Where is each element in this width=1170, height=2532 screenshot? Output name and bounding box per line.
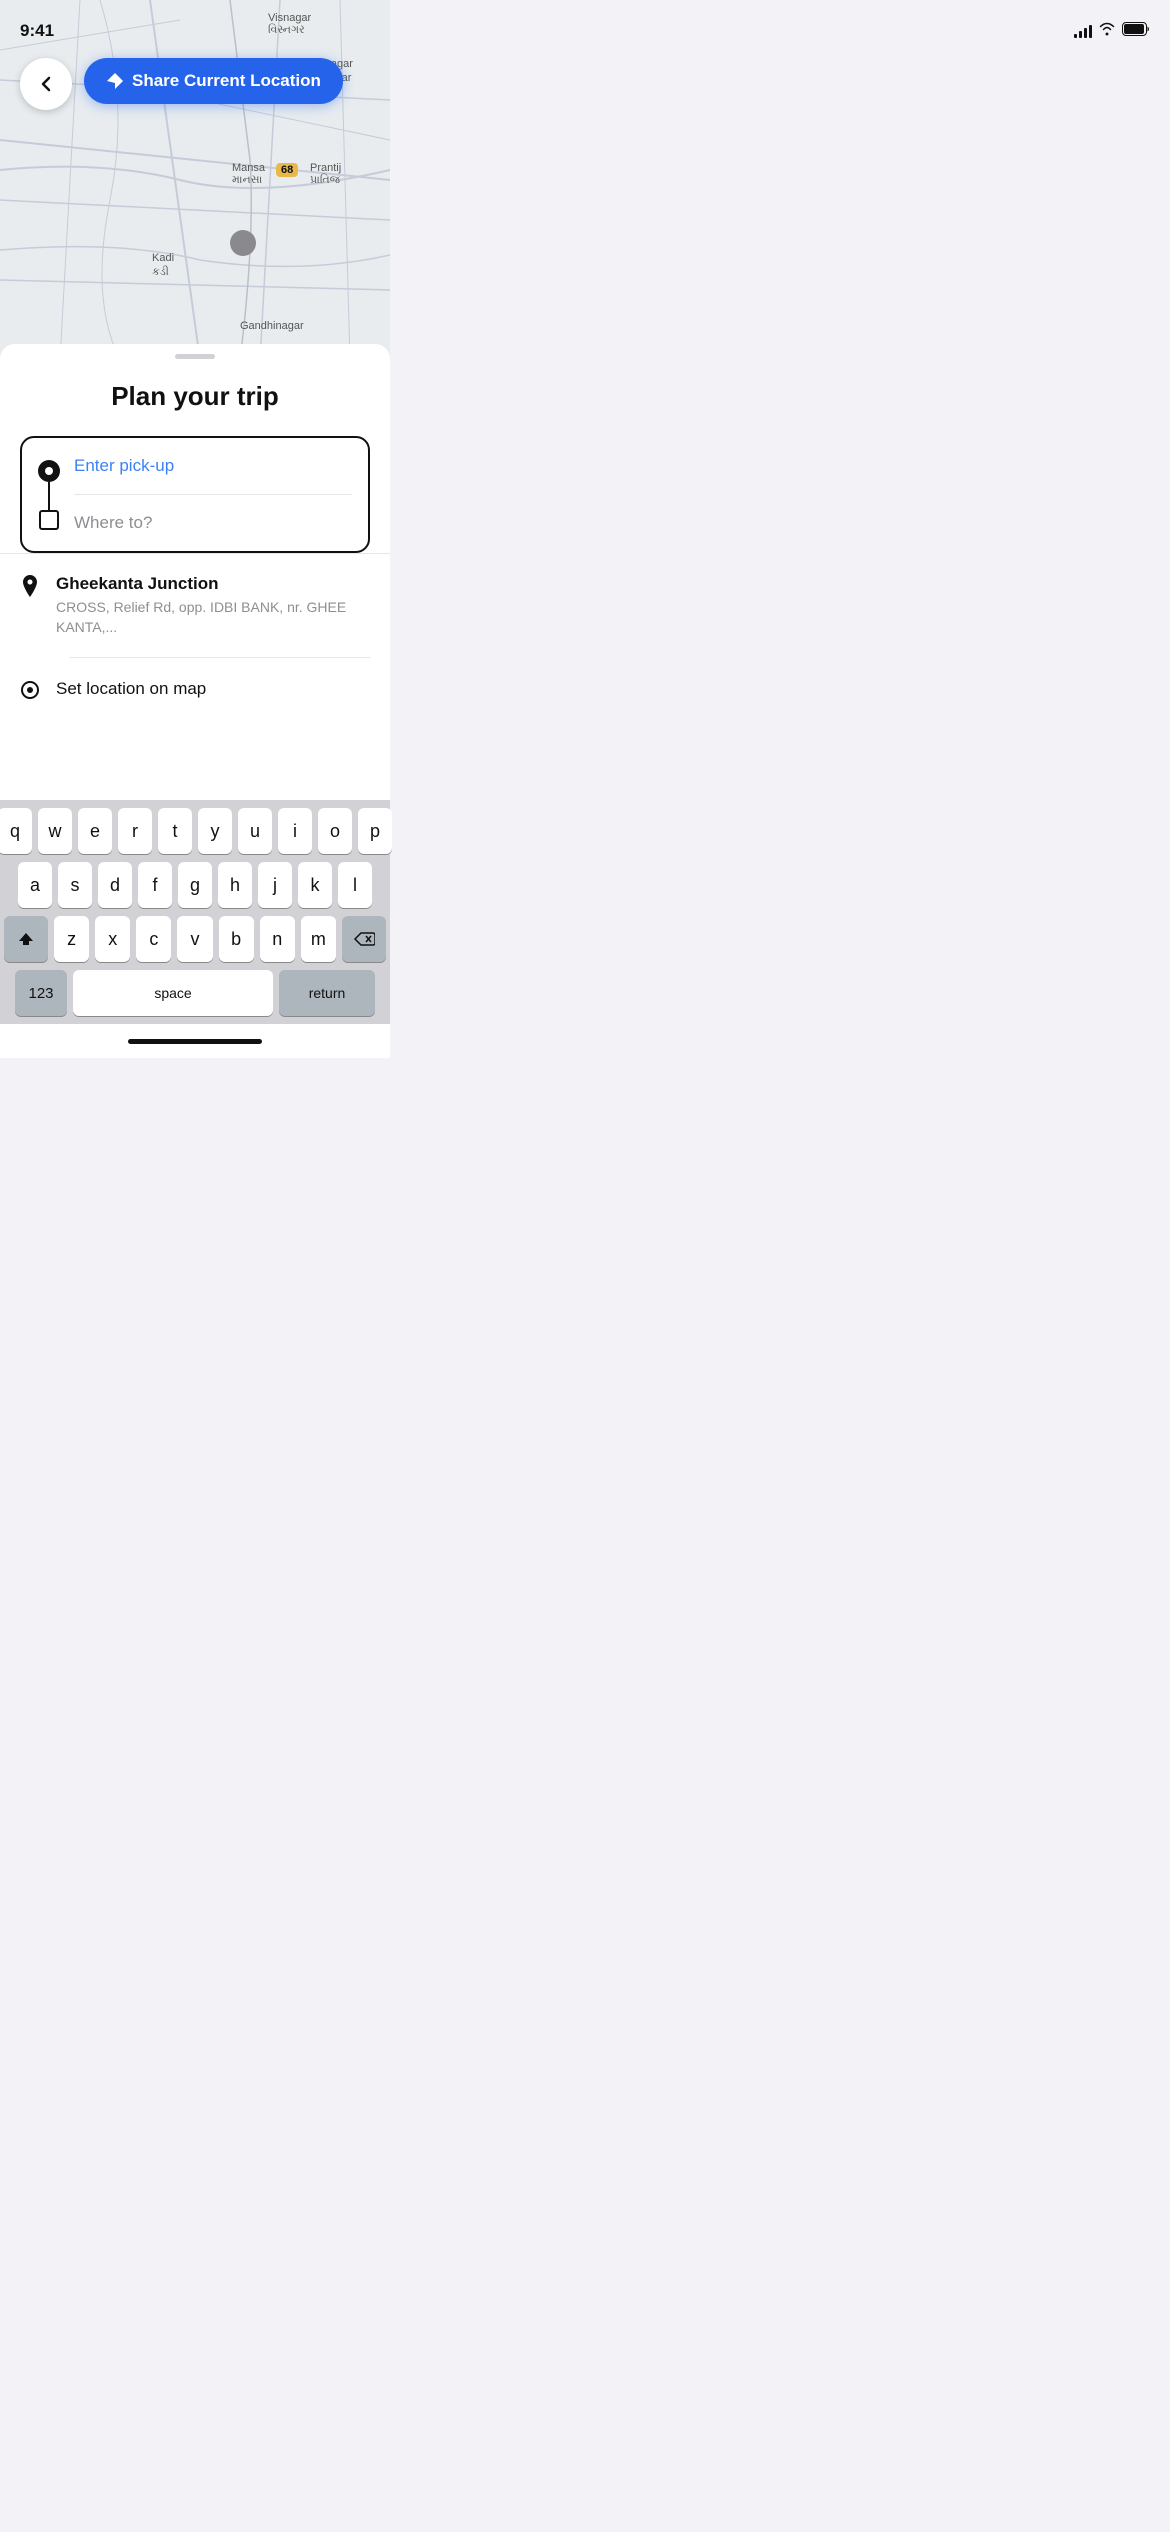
key-z[interactable]: z: [54, 916, 89, 962]
key-f[interactable]: f: [138, 862, 172, 908]
suggestion-subtitle-gheekanta: CROSS, Relief Rd, opp. IDBI BANK, nr. GH…: [56, 598, 370, 637]
key-i[interactable]: i: [278, 808, 312, 854]
keyboard-row-2: a s d f g h j k l: [4, 862, 386, 908]
location-share-icon: [106, 72, 124, 90]
key-j[interactable]: j: [258, 862, 292, 908]
share-button-label: Share Current Location: [132, 71, 321, 91]
back-button[interactable]: [20, 58, 72, 110]
set-location-label: Set location on map: [56, 679, 206, 699]
map-label-prantij: Prantij: [310, 162, 341, 174]
key-p[interactable]: p: [358, 808, 392, 854]
key-k[interactable]: k: [298, 862, 332, 908]
status-bar: 9:41: [0, 0, 1170, 50]
keyboard: q w e r t y u i o p a s d f g h j k l z …: [0, 800, 390, 1024]
key-w[interactable]: w: [38, 808, 72, 854]
set-location-pin-icon: [20, 680, 40, 700]
key-a[interactable]: a: [18, 862, 52, 908]
key-e[interactable]: e: [78, 808, 112, 854]
key-numbers[interactable]: 123: [15, 970, 67, 1016]
destination-icon: [39, 510, 59, 530]
route-input-container[interactable]: [20, 436, 370, 553]
map-label-mansa-gu: માનસા: [232, 174, 262, 187]
destination-input[interactable]: [74, 513, 352, 533]
key-c[interactable]: c: [136, 916, 171, 962]
map-label-gandhinagar: Gandhinagar: [240, 320, 304, 332]
route-icons: [38, 460, 60, 530]
bottom-panel: Plan your trip: [0, 359, 390, 553]
key-s[interactable]: s: [58, 862, 92, 908]
bottom-sheet: Plan your trip: [0, 344, 390, 800]
pickup-row[interactable]: [22, 438, 368, 551]
key-r[interactable]: r: [118, 808, 152, 854]
map-label-prantij-gu: પ્રાતિજ: [310, 174, 340, 187]
key-h[interactable]: h: [218, 862, 252, 908]
key-l[interactable]: l: [338, 862, 372, 908]
panel-title: Plan your trip: [20, 359, 370, 436]
suggestion-title-gheekanta: Gheekanta Junction: [56, 574, 370, 594]
key-b[interactable]: b: [219, 916, 254, 962]
set-location-item[interactable]: Set location on map: [20, 658, 370, 720]
key-x[interactable]: x: [95, 916, 130, 962]
home-bar: [128, 1039, 262, 1044]
key-u[interactable]: u: [238, 808, 272, 854]
pickup-icon: [38, 460, 60, 482]
map-label-mansa: Mansa: [232, 162, 265, 174]
map-area[interactable]: Visnagar વિસ્નગર Mehsana Himatnagar હિમ\…: [0, 0, 390, 360]
suggestion-gheekanta[interactable]: Gheekanta Junction CROSS, Relief Rd, opp…: [20, 554, 370, 657]
keyboard-row-1: q w e r t y u i o p: [4, 808, 386, 854]
connector-line: [48, 482, 50, 510]
pickup-input[interactable]: [74, 456, 352, 476]
status-time: 9:41: [20, 21, 54, 41]
road-badge-68: 68: [276, 163, 298, 177]
keyboard-row-3: z x c v b n m: [4, 916, 386, 962]
key-v[interactable]: v: [177, 916, 212, 962]
key-d[interactable]: d: [98, 862, 132, 908]
home-indicator: [0, 1024, 390, 1058]
key-g[interactable]: g: [178, 862, 212, 908]
key-t[interactable]: t: [158, 808, 192, 854]
wifi-icon: [1098, 22, 1116, 41]
drag-handle-container: [0, 344, 390, 359]
map-label-kadi: Kadi: [152, 252, 174, 264]
signal-icon: [1074, 24, 1092, 38]
battery-icon: [1122, 22, 1150, 41]
suggestion-pin-icon: [20, 576, 40, 596]
map-location-dot: [230, 230, 256, 256]
status-icons: [1074, 22, 1150, 41]
suggestion-text-gheekanta: Gheekanta Junction CROSS, Relief Rd, opp…: [56, 574, 370, 637]
key-m[interactable]: m: [301, 916, 336, 962]
map-label-kadi-gu: કડી: [152, 266, 169, 279]
spacer: [0, 720, 390, 800]
key-delete[interactable]: [342, 916, 386, 962]
key-y[interactable]: y: [198, 808, 232, 854]
suggestion-list: Gheekanta Junction CROSS, Relief Rd, opp…: [0, 554, 390, 720]
key-o[interactable]: o: [318, 808, 352, 854]
key-n[interactable]: n: [260, 916, 295, 962]
keyboard-row-4: 123 space return: [4, 970, 386, 1016]
share-current-location-button[interactable]: Share Current Location: [84, 58, 343, 104]
key-return[interactable]: return: [279, 970, 375, 1016]
key-space[interactable]: space: [73, 970, 273, 1016]
key-shift[interactable]: [4, 916, 48, 962]
key-q[interactable]: q: [0, 808, 32, 854]
